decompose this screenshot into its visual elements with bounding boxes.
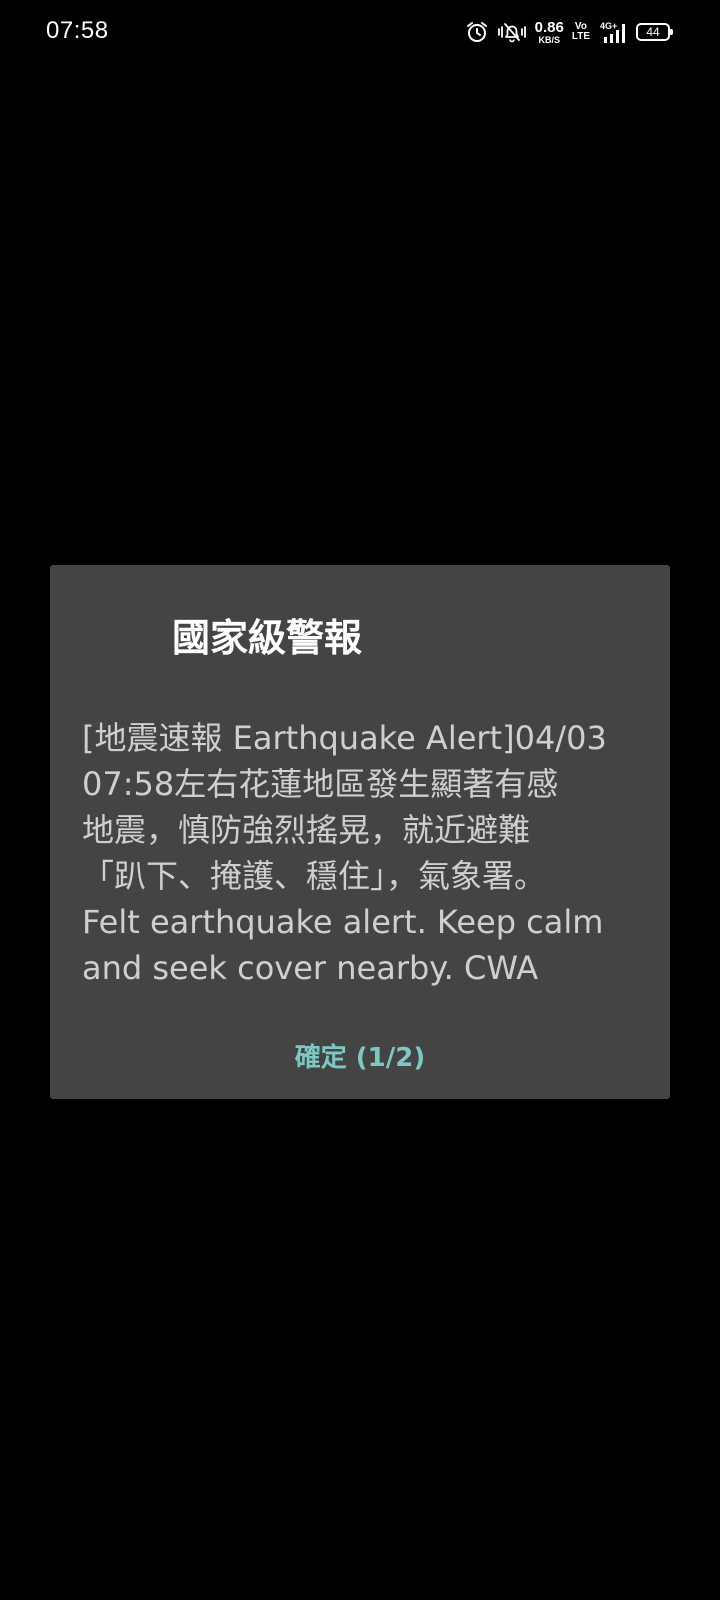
signal-icon: 4G+ — [598, 20, 628, 44]
network-speed-unit: KB/S — [538, 34, 560, 45]
status-time: 07:58 — [46, 17, 109, 44]
status-bar: 07:58 0.86 KB/S Vo LTE 4G+ 44 — [0, 0, 720, 64]
network-type-label: 4G+ — [600, 21, 617, 31]
alert-title: 國家級警報 — [172, 616, 363, 660]
network-speed-value: 0.86 — [534, 18, 564, 36]
volte-indicator: Vo LTE — [572, 22, 590, 42]
alert-message: [地震速報 Earthquake Alert]04/03 07:58左右花蓮地區… — [82, 719, 607, 987]
volte-bottom: LTE — [571, 31, 590, 42]
screen: 07:58 0.86 KB/S Vo LTE 4G+ 44 國家級警報 [地震速… — [0, 0, 720, 1600]
alarm-icon — [465, 20, 489, 44]
battery-icon: 44 — [636, 23, 673, 41]
network-speed: 0.86 KB/S — [535, 20, 564, 45]
battery-level: 44 — [646, 25, 660, 39]
vibrate-silent-icon — [497, 20, 527, 44]
alert-dialog: 國家級警報 [地震速報 Earthquake Alert]04/03 07:58… — [50, 565, 670, 1099]
status-icons: 0.86 KB/S Vo LTE 4G+ 44 — [465, 18, 674, 46]
confirm-button[interactable]: 確定 (1/2) — [50, 1025, 670, 1085]
